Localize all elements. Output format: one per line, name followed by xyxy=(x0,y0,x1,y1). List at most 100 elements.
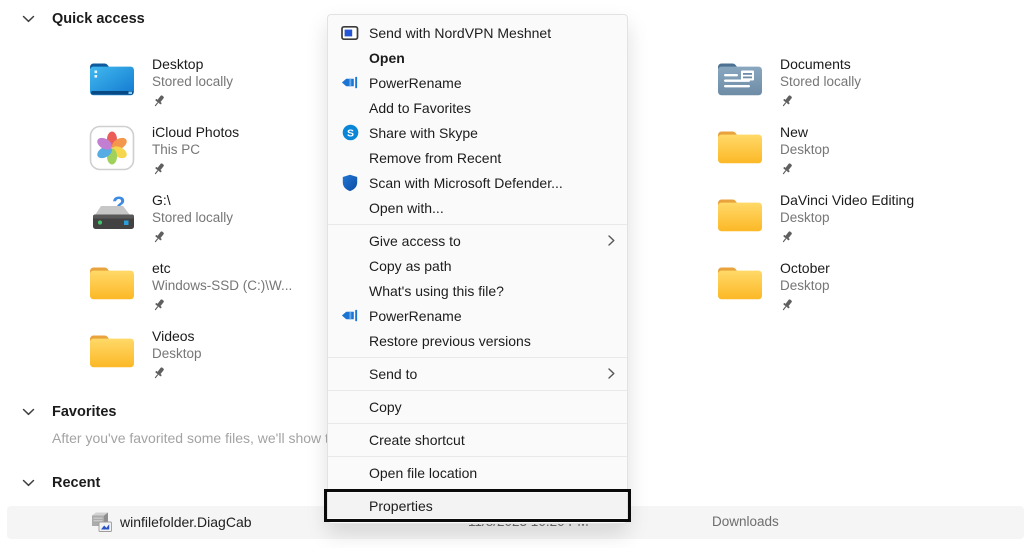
menu-item-properties[interactable]: Properties xyxy=(328,493,627,518)
tile-location: This PC xyxy=(152,141,239,159)
folder-icon xyxy=(713,261,767,312)
menu-item-remove-from-recent[interactable]: Remove from Recent xyxy=(328,145,627,170)
pin-icon xyxy=(152,230,233,244)
folder-icon xyxy=(85,329,139,380)
menu-item-label: Add to Favorites xyxy=(369,100,615,116)
quick-access-tile-videos[interactable]: VideosDesktop xyxy=(85,327,202,380)
tile-location: Stored locally xyxy=(152,73,233,91)
tile-name: October xyxy=(780,259,830,277)
menu-item-label: Open file location xyxy=(369,465,615,481)
tile-location: Desktop xyxy=(780,209,914,227)
tile-location: Stored locally xyxy=(780,73,861,91)
menu-item-label: Scan with Microsoft Defender... xyxy=(369,175,615,191)
folder-icon xyxy=(713,193,767,244)
quick-access-tile-new[interactable]: NewDesktop xyxy=(713,123,830,176)
tile-location: Desktop xyxy=(780,141,830,159)
skype-icon: S xyxy=(341,124,359,141)
tile-name: DaVinci Video Editing xyxy=(780,191,914,209)
quick-access-tile-davinci-video-editing[interactable]: DaVinci Video EditingDesktop xyxy=(713,191,914,244)
menu-item-label: PowerRename xyxy=(369,75,615,91)
menu-separator xyxy=(328,423,627,424)
menu-item-send-to[interactable]: Send to xyxy=(328,361,627,386)
menu-item-label: Create shortcut xyxy=(369,432,615,448)
tile-name: Videos xyxy=(152,327,202,345)
menu-item-what-s-using-this-file[interactable]: What's using this file? xyxy=(328,278,627,303)
menu-item-powerrename[interactable]: PowerRename xyxy=(328,303,627,328)
pin-icon xyxy=(780,94,861,108)
recent-section-header: Recent xyxy=(22,474,100,492)
quick-access-tile-etc[interactable]: etcWindows-SSD (C:)\W... xyxy=(85,259,292,312)
menu-item-label: Open xyxy=(369,50,615,66)
chevron-down-icon[interactable] xyxy=(22,15,35,23)
drive-unknown-icon: ? xyxy=(85,193,139,244)
chevron-right-icon xyxy=(608,368,615,379)
menu-item-create-shortcut[interactable]: Create shortcut xyxy=(328,427,627,452)
icloud-photos-icon xyxy=(85,125,139,176)
file-explorer-home: Quick access Favorites After you've favo… xyxy=(0,0,1024,548)
folder-icon xyxy=(713,125,767,176)
menu-item-label: Copy as path xyxy=(369,258,615,274)
quick-access-tile-icloud-photos[interactable]: iCloud PhotosThis PC xyxy=(85,123,239,176)
pin-icon xyxy=(152,298,292,312)
quick-access-tile-october[interactable]: OctoberDesktop xyxy=(713,259,830,312)
menu-item-open-with[interactable]: Open with... xyxy=(328,195,627,220)
menu-item-add-to-favorites[interactable]: Add to Favorites xyxy=(328,95,627,120)
menu-item-open[interactable]: Open xyxy=(328,45,627,70)
pin-icon xyxy=(152,366,202,380)
chevron-down-icon[interactable] xyxy=(22,479,35,487)
powerrename-icon xyxy=(341,75,359,90)
tile-name: Desktop xyxy=(152,55,233,73)
menu-item-restore-previous-versions[interactable]: Restore previous versions xyxy=(328,328,627,353)
menu-item-label: Share with Skype xyxy=(369,125,615,141)
chevron-down-icon[interactable] xyxy=(22,408,35,416)
tile-name: New xyxy=(780,123,830,141)
quick-access-tile-desktop[interactable]: DesktopStored locally xyxy=(85,55,233,108)
menu-item-label: Copy xyxy=(369,399,615,415)
favorites-section-header: Favorites xyxy=(22,403,116,421)
menu-item-label: Send to xyxy=(369,366,608,382)
quick-access-label: Quick access xyxy=(52,11,145,27)
recent-file-location: Downloads xyxy=(712,514,779,529)
menu-item-label: Open with... xyxy=(369,200,615,216)
menu-item-label: Send with NordVPN Meshnet xyxy=(369,25,615,41)
pin-icon xyxy=(780,298,830,312)
pin-icon xyxy=(152,162,239,176)
menu-item-label: Restore previous versions xyxy=(369,333,615,349)
menu-item-label: PowerRename xyxy=(369,308,615,324)
tile-name: etc xyxy=(152,259,292,277)
menu-item-open-file-location[interactable]: Open file location xyxy=(328,460,627,485)
menu-item-label: Remove from Recent xyxy=(369,150,615,166)
menu-item-scan-with-microsoft-defender[interactable]: Scan with Microsoft Defender... xyxy=(328,170,627,195)
menu-item-copy[interactable]: Copy xyxy=(328,394,627,419)
recent-file-name: winfilefolder.DiagCab xyxy=(120,514,252,530)
powerrename-icon xyxy=(341,308,359,323)
menu-separator xyxy=(328,224,627,225)
quick-access-section-header: Quick access xyxy=(22,10,145,28)
pin-icon xyxy=(780,230,914,244)
tile-location: Windows-SSD (C:)\W... xyxy=(152,277,292,295)
menu-separator xyxy=(328,456,627,457)
desktop-folder-icon xyxy=(85,57,139,108)
menu-item-powerrename[interactable]: PowerRename xyxy=(328,70,627,95)
chevron-right-icon xyxy=(608,235,615,246)
quick-access-tile-documents[interactable]: DocumentsStored locally xyxy=(713,55,861,108)
context-menu: Send with NordVPN Meshnet Open PowerRename… xyxy=(327,14,628,524)
favorites-label: Favorites xyxy=(52,404,116,420)
menu-item-share-with-skype[interactable]: S Share with Skype xyxy=(328,120,627,145)
tile-name: G:\ xyxy=(152,191,233,209)
pin-icon xyxy=(780,162,830,176)
svg-text:S: S xyxy=(346,127,353,139)
tile-location: Stored locally xyxy=(152,209,233,227)
menu-item-copy-as-path[interactable]: Copy as path xyxy=(328,253,627,278)
menu-item-send-with-nordvpn-meshnet[interactable]: Send with NordVPN Meshnet xyxy=(328,20,627,45)
menu-item-give-access-to[interactable]: Give access to xyxy=(328,228,627,253)
tile-location: Desktop xyxy=(780,277,830,295)
tile-name: Documents xyxy=(780,55,861,73)
menu-item-label: Give access to xyxy=(369,233,608,249)
quick-access-tile-g[interactable]: ? G:\Stored locally xyxy=(85,191,233,244)
pin-icon xyxy=(152,94,233,108)
menu-item-label: Properties xyxy=(369,498,615,514)
documents-folder-icon xyxy=(713,57,767,108)
menu-separator xyxy=(328,357,627,358)
tile-location: Desktop xyxy=(152,345,202,363)
